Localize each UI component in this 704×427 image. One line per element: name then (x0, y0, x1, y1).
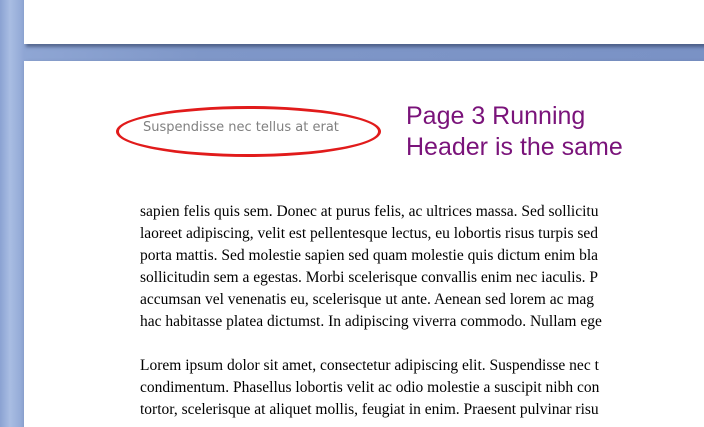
text-line: sollicitudin sem a egestas. Morbi sceler… (140, 269, 599, 286)
text-line: tortor, scelerisque at aliquet mollis, f… (140, 401, 599, 418)
text-line: condimentum. Phasellus lobortis velit ac… (140, 379, 600, 396)
text-line: porta mattis. Sed molestie sapien sed qu… (140, 247, 599, 264)
document-workspace: Suspendisse nec tellus at erat Page 3 Ru… (0, 0, 704, 427)
text-line: laoreet adipiscing, velit est pellentesq… (140, 225, 599, 242)
text-line: Lorem ipsum dolor sit amet, consectetur … (140, 357, 599, 374)
annotation-line-2: Header is the same (406, 133, 623, 161)
highlight-ellipse (116, 106, 381, 157)
annotation-line-1: Page 3 Running (406, 102, 586, 130)
text-line: accumsan vel venenatis eu, scelerisque u… (140, 291, 595, 308)
text-line: sapien felis quis sem. Donec at purus fe… (140, 203, 599, 220)
document-page[interactable]: Suspendisse nec tellus at erat Page 3 Ru… (24, 61, 704, 427)
paragraph[interactable]: sapien felis quis sem. Donec at purus fe… (140, 201, 704, 333)
page-annotation: Page 3 Running Header is the same (406, 101, 623, 163)
text-line: hac habitasse platea dictumst. In adipis… (140, 313, 602, 330)
body-text[interactable]: sapien felis quis sem. Donec at purus fe… (140, 201, 704, 421)
paragraph[interactable]: Lorem ipsum dolor sit amet, consectetur … (140, 355, 704, 421)
previous-page-bottom (24, 0, 704, 44)
